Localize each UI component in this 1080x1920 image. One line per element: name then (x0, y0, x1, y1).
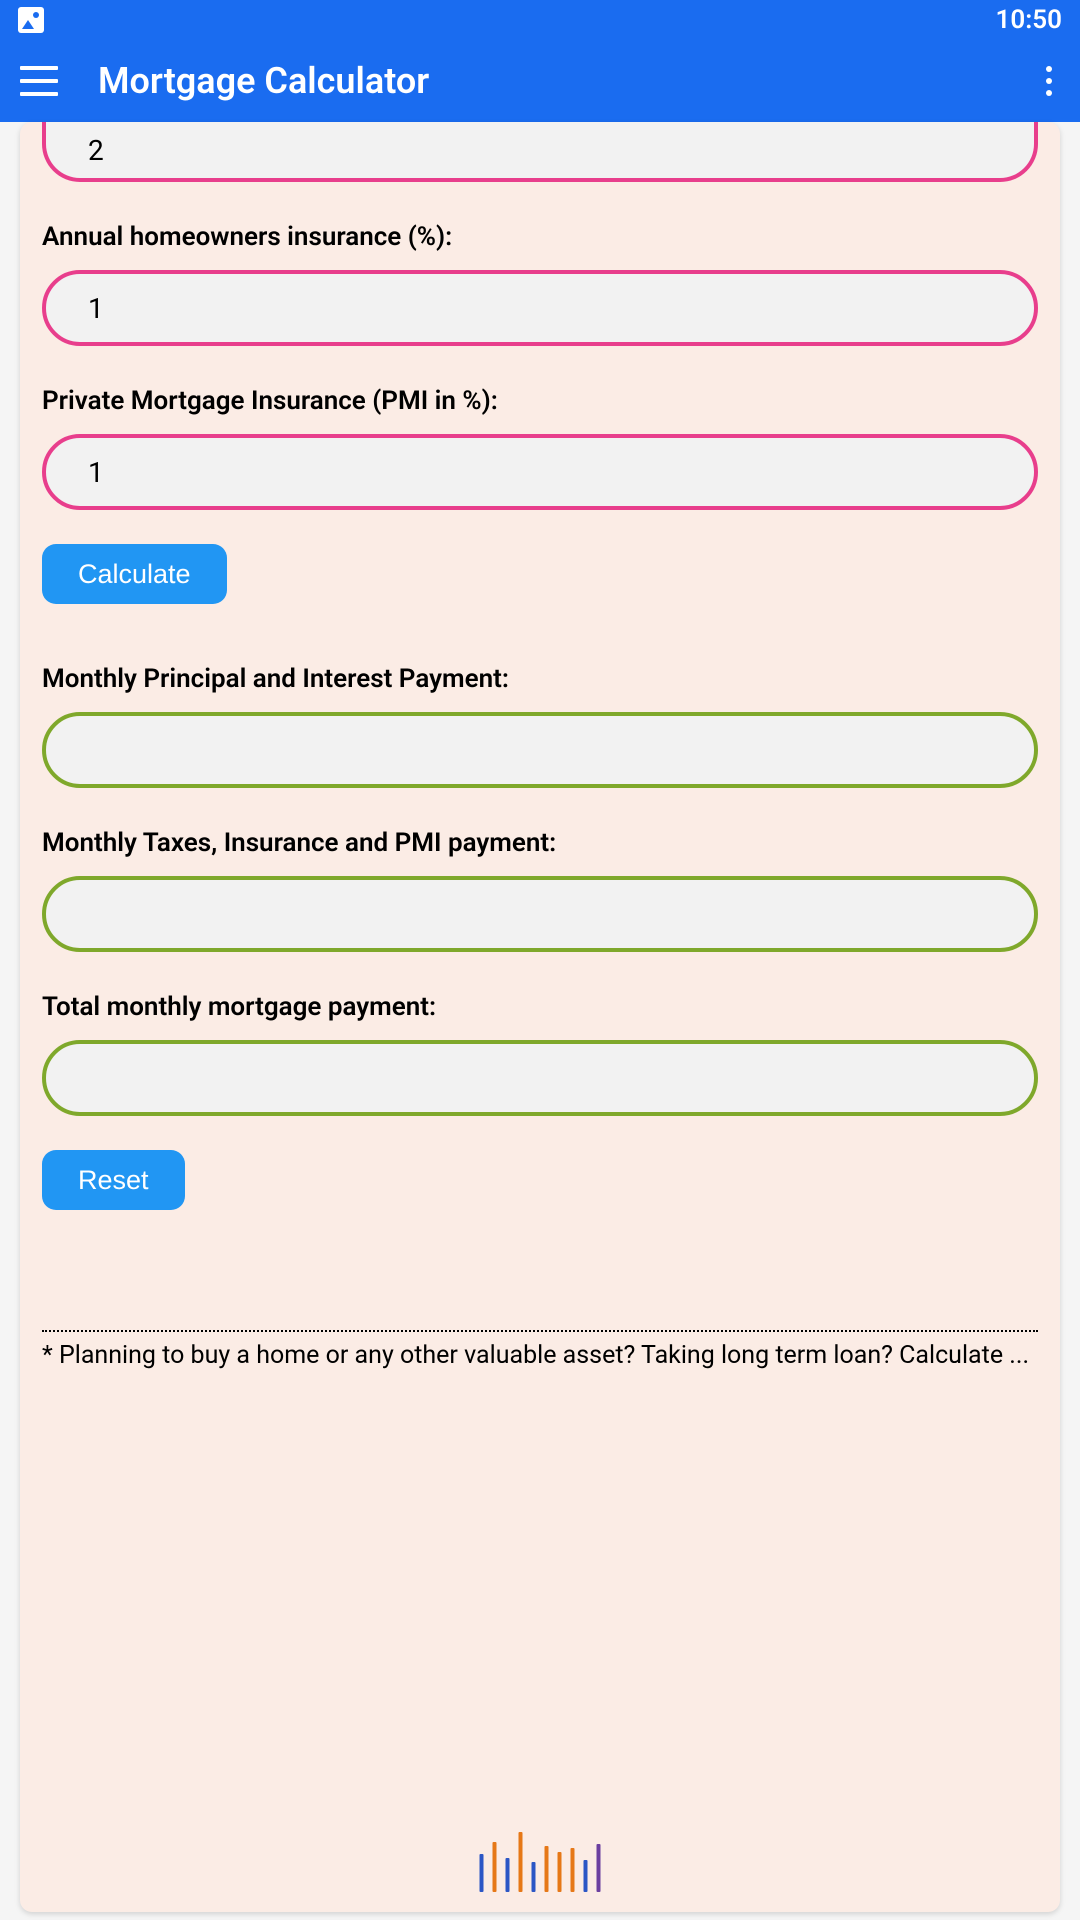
divider (42, 1330, 1038, 1332)
partial-input-value: 2 (88, 134, 104, 167)
app-bar: Mortgage Calculator (0, 40, 1080, 122)
decorative-bars (480, 1832, 601, 1892)
partial-input[interactable]: 2 (42, 122, 1038, 182)
form-card: 2 Annual homeowners insurance (%): 1 Pri… (20, 122, 1060, 1912)
status-bar: 10:50 (0, 0, 1080, 40)
status-time: 10:50 (996, 5, 1063, 35)
taxes-label: Monthly Taxes, Insurance and PMI payment… (42, 828, 1038, 858)
pmi-value: 1 (88, 456, 104, 489)
total-label: Total monthly mortgage payment: (42, 992, 1038, 1022)
calculate-button[interactable]: Calculate (42, 544, 227, 604)
principal-output (42, 712, 1038, 788)
principal-label: Monthly Principal and Interest Payment: (42, 664, 1038, 694)
homeowners-label: Annual homeowners insurance (%): (42, 222, 1038, 252)
footer-text: * Planning to buy a home or any other va… (42, 1340, 1038, 1373)
app-title: Mortgage Calculator (98, 60, 429, 102)
total-output (42, 1040, 1038, 1116)
homeowners-input[interactable]: 1 (42, 270, 1038, 346)
taxes-output (42, 876, 1038, 952)
pmi-input[interactable]: 1 (42, 434, 1038, 510)
image-icon (18, 7, 44, 33)
reset-button[interactable]: Reset (42, 1150, 185, 1210)
pmi-label: Private Mortgage Insurance (PMI in %): (42, 386, 1038, 416)
homeowners-value: 1 (88, 292, 104, 325)
more-icon[interactable] (1046, 66, 1052, 96)
menu-icon[interactable] (20, 66, 58, 96)
